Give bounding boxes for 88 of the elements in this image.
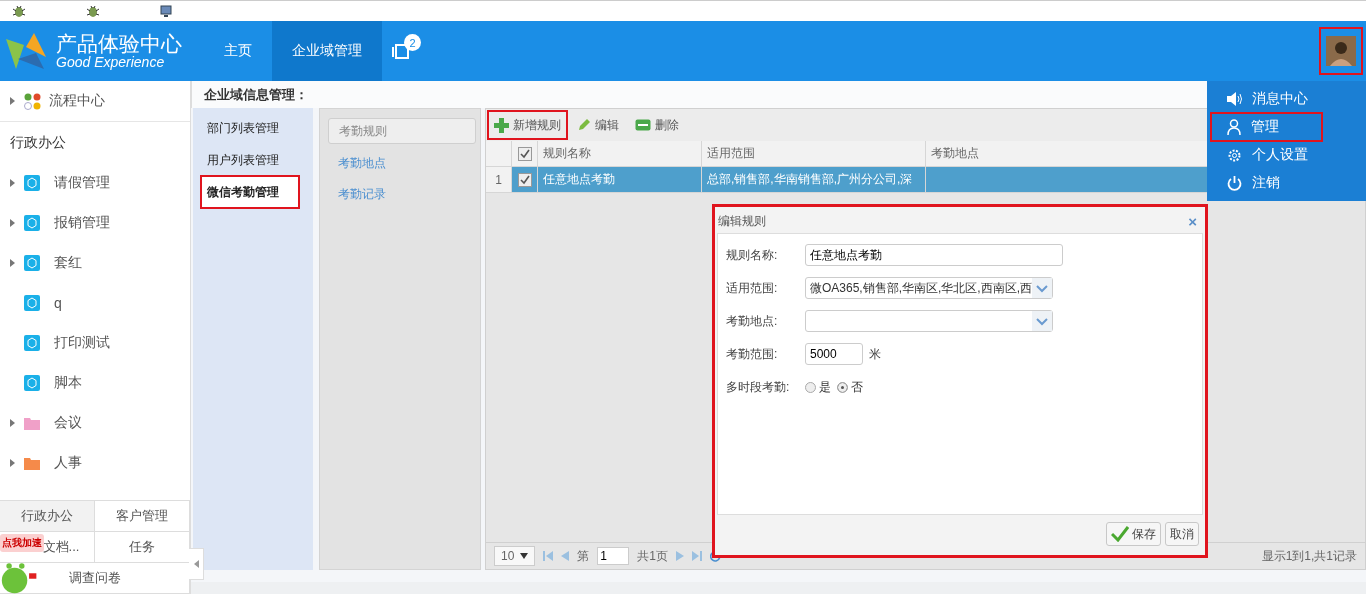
sidebar-item[interactable]: 脚本 [0, 363, 190, 403]
expand-arrow-icon [10, 97, 15, 105]
record-summary: 显示1到1,共1记录 [1261, 547, 1357, 565]
module-tab[interactable]: 行政办公 [0, 501, 95, 532]
sidebar-item[interactable]: 会议 [0, 403, 190, 443]
expand-arrow-icon [10, 179, 15, 187]
expand-arrow-icon [10, 219, 15, 227]
speaker-icon [1227, 92, 1242, 106]
folder-icon [24, 416, 40, 430]
user-icon [1227, 119, 1241, 135]
brand-title: 产品体验中心 [56, 32, 182, 55]
expand-arrow-icon [10, 459, 15, 467]
notification-button[interactable]: 2 [382, 21, 422, 81]
section-heading: 行政办公 [10, 133, 66, 152]
checkbox[interactable] [517, 146, 532, 161]
field-label: 多时段考勤: [726, 378, 791, 396]
cube-icon [24, 215, 40, 231]
select-field[interactable]: 微OA365,销售部,华南区,华北区,西南区,西 [805, 277, 1053, 299]
next-page-icon[interactable] [676, 551, 685, 561]
bug-icon [12, 4, 26, 18]
toolbar-button[interactable]: 编辑 [571, 111, 625, 139]
pencil-icon [577, 118, 591, 132]
subnav-item[interactable]: 用户列表管理 [193, 144, 313, 176]
cube-icon [24, 295, 40, 311]
field-label: 考勤地点: [726, 312, 779, 330]
windows-icon [392, 42, 412, 60]
menu-item[interactable]: 个人设置 [1207, 141, 1366, 169]
page-label: 第 [577, 547, 590, 565]
column-header: 适用范围 [702, 141, 926, 166]
cube-icon [24, 375, 40, 391]
expand-arrow-icon [10, 419, 15, 427]
subnav-item[interactable]: 部门列表管理 [193, 112, 313, 144]
dialog-button[interactable]: 取消 [1165, 522, 1199, 546]
last-page-icon[interactable] [692, 551, 703, 561]
checkbox[interactable] [517, 172, 532, 187]
module-tab[interactable]: 任务 [95, 532, 190, 563]
dialog-title: 编辑规则 [718, 212, 766, 230]
table-cell: 总部,销售部,华南销售部,广州分公司,深 [707, 171, 913, 188]
folder-icon [24, 456, 40, 470]
module-tab[interactable]: 客户管理 [95, 501, 190, 532]
field-label: 考勤范围: [726, 345, 779, 363]
caret-icon [520, 553, 529, 559]
settings-icon [1227, 147, 1242, 163]
monitor-icon [160, 5, 172, 17]
expand-arrow-icon [10, 259, 15, 267]
first-page-icon[interactable] [543, 551, 554, 561]
total-pages: 共1页 [637, 547, 669, 565]
table-cell: 任意地点考勤 [543, 171, 615, 188]
bug-icon [86, 4, 100, 18]
notification-badge: 2 [404, 34, 421, 51]
field-label: 规则名称: [726, 246, 779, 264]
previous-page-icon[interactable] [561, 551, 570, 561]
select-field[interactable] [805, 310, 1053, 332]
radio-option[interactable]: 否 [837, 378, 863, 396]
sidebar-item[interactable]: 报销管理 [0, 203, 190, 243]
brand-subtitle: Good Experience [56, 54, 165, 70]
plus-icon [494, 117, 509, 133]
input-field[interactable]: 5000 [805, 343, 863, 365]
cube-icon [24, 175, 40, 191]
unit-label: 米 [869, 345, 881, 363]
radio-option[interactable]: 是 [805, 378, 831, 396]
power-icon [1227, 175, 1242, 191]
sidebar-item[interactable]: q [0, 283, 190, 323]
dialog-button[interactable]: 保存 [1106, 522, 1161, 546]
subnav-item[interactable]: 微信考勤管理 [201, 176, 299, 208]
field-label: 适用范围: [726, 279, 779, 297]
row-number: 1 [495, 172, 502, 187]
toolbar-button[interactable]: 删除 [629, 111, 685, 139]
input-field[interactable]: 任意地点考勤 [805, 244, 1063, 266]
sidebar-item[interactable]: 请假管理 [0, 163, 190, 203]
sidebar-item[interactable]: 人事 [0, 443, 190, 483]
toolbar-button[interactable]: 新增规则 [488, 111, 567, 139]
page-size-select[interactable]: 10 [494, 546, 536, 566]
collapse-handle[interactable] [189, 548, 204, 580]
sidebar-item[interactable]: 套红 [0, 243, 190, 283]
menu-item[interactable]: 管理 [1211, 113, 1322, 141]
nav-tab[interactable]: 企业域管理 [272, 21, 382, 81]
cube-icon [24, 255, 40, 271]
page-input[interactable]: 1 [597, 547, 630, 565]
speed-up-tooltip[interactable]: 点我加速 [0, 534, 44, 552]
cube-icon [24, 335, 40, 351]
sidebar-item[interactable]: 打印测试 [0, 323, 190, 363]
avatar[interactable] [1320, 28, 1362, 74]
apps-icon [24, 92, 41, 110]
check-icon [1111, 526, 1129, 542]
sidebar-item[interactable]: 流程中心 [0, 81, 190, 121]
column-header: 规则名称 [538, 141, 702, 166]
minus-icon [635, 119, 651, 131]
